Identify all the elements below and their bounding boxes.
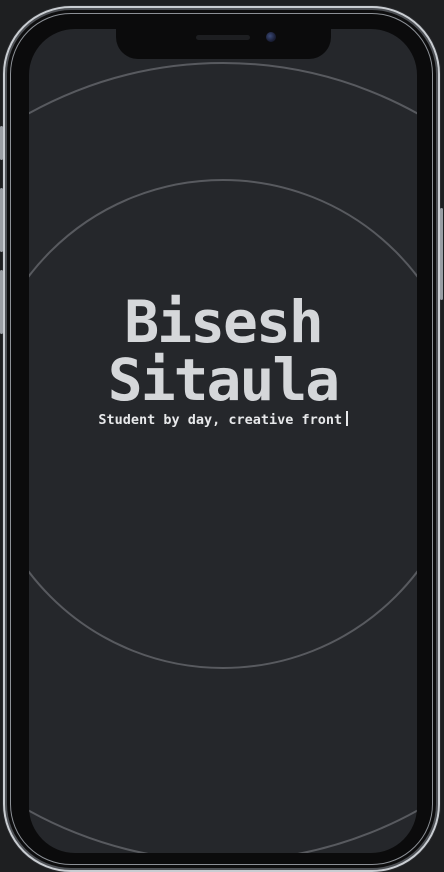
hero-first-name: Bisesh <box>124 288 324 356</box>
power-button <box>440 208 443 300</box>
mute-switch <box>0 126 3 160</box>
hero-tagline-line: Student by day, creative front <box>29 411 417 428</box>
typing-cursor <box>346 411 348 426</box>
hero-section: Bisesh Sitaula Student by day, creative … <box>29 29 417 853</box>
notch <box>116 26 331 59</box>
phone-screen: Bisesh Sitaula Student by day, creative … <box>29 29 417 853</box>
hero-last-name: Sitaula <box>107 346 340 414</box>
front-camera-icon <box>266 32 276 42</box>
earpiece-speaker-icon <box>196 35 250 40</box>
hero-tagline: Student by day, creative front <box>98 412 343 428</box>
page: · · · · Bisesh Sitaula Student by day, c… <box>0 0 444 872</box>
volume-down-button <box>0 270 3 334</box>
volume-up-button <box>0 188 3 252</box>
